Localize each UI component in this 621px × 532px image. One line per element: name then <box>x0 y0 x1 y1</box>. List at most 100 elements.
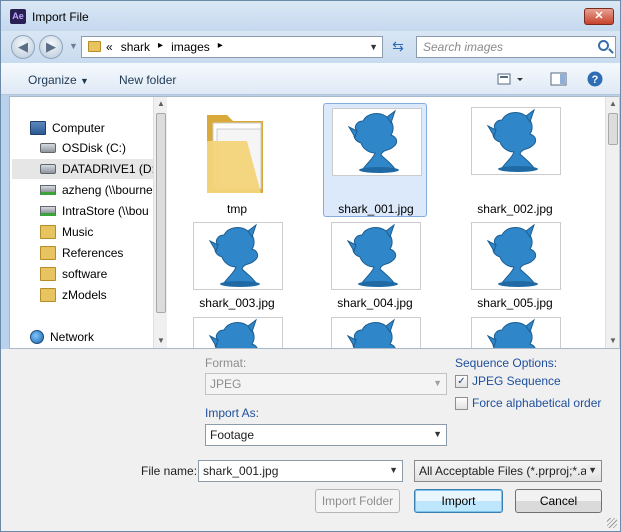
file-item-shark-008[interactable] <box>463 313 567 348</box>
search-icon[interactable] <box>598 40 609 51</box>
breadcrumb-shark[interactable]: shark <box>121 40 150 54</box>
file-item-shark-006[interactable] <box>185 313 289 348</box>
sidebar-item-references[interactable]: References <box>40 243 123 263</box>
scroll-up-icon[interactable]: ▲ <box>609 99 617 108</box>
sidebar-item-azheng[interactable]: azheng (\\bourne <box>40 180 153 200</box>
breadcrumb-overflow[interactable]: « <box>106 40 113 54</box>
cancel-button[interactable]: Cancel <box>515 489 602 513</box>
preview-pane-button[interactable] <box>550 72 568 89</box>
file-item-shark-001[interactable]: shark_001.jpg <box>323 103 427 217</box>
navigation-scrollbar[interactable]: ▲ ▼ <box>153 97 167 348</box>
file-item-label: shark_005.jpg <box>477 296 553 310</box>
navigation-pane: Computer OSDisk (C:) DATADRIVE1 (D:) azh… <box>10 97 153 348</box>
refresh-icon[interactable]: ⇆ <box>387 36 409 58</box>
library-icon <box>40 288 56 302</box>
sequence-options-label: Sequence Options: <box>455 356 558 370</box>
import-as-select[interactable]: Footage ▼ <box>205 424 447 446</box>
sidebar-item-intrastore[interactable]: IntraStore (\\bou <box>40 201 153 221</box>
library-icon <box>40 267 56 281</box>
computer-icon <box>30 121 46 135</box>
sidebar-item-osdisk[interactable]: OSDisk (C:) <box>40 138 126 158</box>
organize-button[interactable]: Organize ▼ <box>28 73 89 87</box>
chevron-right-icon[interactable]: ▸ <box>158 40 163 54</box>
scroll-down-icon[interactable]: ▼ <box>609 336 617 345</box>
file-item-label: shark_003.jpg <box>199 296 275 310</box>
svg-text:?: ? <box>592 74 599 86</box>
network-icon <box>30 330 44 344</box>
file-name-input[interactable]: shark_001.jpg <box>203 464 278 478</box>
scroll-thumb[interactable] <box>156 113 166 313</box>
options-panel: Format: JPEG ▼ Import As: Footage ▼ Sequen… <box>1 349 620 531</box>
address-bar[interactable]: « shark ▸ images ▸ ▼ <box>81 36 383 58</box>
library-icon <box>40 246 56 260</box>
sidebar-item-music[interactable]: Music <box>40 222 93 242</box>
address-row: ◀ ▶ ▼ « shark ▸ images ▸ ▼ ⇆ <box>1 31 620 63</box>
search-input[interactable] <box>423 40 593 54</box>
change-view-button[interactable] <box>497 72 525 89</box>
network-drive-icon <box>40 206 56 216</box>
chevron-down-icon: ▼ <box>433 378 442 388</box>
resize-grip[interactable] <box>607 518 617 528</box>
help-button[interactable]: ? <box>587 71 603 90</box>
file-item-label: tmp <box>226 202 247 216</box>
image-thumbnail <box>332 108 422 176</box>
file-name-label: File name: <box>141 464 198 478</box>
new-folder-button[interactable]: New folder <box>119 73 176 87</box>
force-alphabetical-checkbox[interactable]: Force alphabetical order <box>455 396 601 410</box>
forward-arrow-icon: ▶ <box>46 39 56 54</box>
scroll-up-icon[interactable]: ▲ <box>157 99 165 108</box>
file-item-shark-007[interactable] <box>323 313 427 348</box>
window-title: Import File <box>32 10 89 24</box>
checkmark-icon[interactable]: ✓ <box>455 374 468 388</box>
chevron-right-icon[interactable]: ▸ <box>218 40 223 54</box>
folder-icon <box>207 115 263 193</box>
sidebar-item-datadrive1[interactable]: DATADRIVE1 (D:) <box>12 159 153 179</box>
scroll-thumb[interactable] <box>608 113 618 145</box>
scroll-down-icon[interactable]: ▼ <box>157 336 165 345</box>
breadcrumb: « shark ▸ images ▸ <box>106 40 223 54</box>
back-arrow-icon: ◀ <box>18 39 28 54</box>
chevron-down-icon[interactable]: ▼ <box>369 42 378 52</box>
jpeg-sequence-checkbox[interactable]: ✓ JPEG Sequence <box>455 374 561 388</box>
import-file-dialog: Ae Import File ✕ ◀ ▶ ▼ « shark ▸ images … <box>0 0 621 532</box>
after-effects-icon: Ae <box>10 9 26 24</box>
file-item-label: shark_004.jpg <box>337 296 413 310</box>
title-bar: Ae Import File ✕ <box>1 1 620 31</box>
file-item-shark-002[interactable]: shark_002.jpg <box>463 103 567 217</box>
file-list: tmp shark_001.jpg shark_002.jpg shark_00… <box>167 97 605 348</box>
import-folder-button[interactable]: Import Folder <box>315 489 400 513</box>
folder-icon <box>88 41 101 52</box>
file-item-tmp[interactable]: tmp <box>185 103 289 217</box>
chevron-down-icon: ▼ <box>586 465 597 475</box>
shark-image <box>208 318 258 348</box>
breadcrumb-images[interactable]: images <box>171 40 210 54</box>
file-list-scrollbar[interactable]: ▲ ▼ <box>605 97 619 348</box>
chevron-down-icon[interactable]: ▼ <box>389 465 398 475</box>
import-button[interactable]: Import <box>414 489 503 513</box>
file-name-combo[interactable]: shark_001.jpg ▼ <box>198 460 403 482</box>
library-icon <box>40 225 56 239</box>
checkbox-box[interactable] <box>455 396 468 410</box>
shark-image <box>486 108 538 172</box>
file-type-select[interactable]: All Acceptable Files (*.prproj;*.a ▼ <box>414 460 602 482</box>
image-thumbnail <box>193 222 283 290</box>
forward-button[interactable]: ▶ <box>39 35 63 59</box>
view-icon <box>497 73 523 85</box>
sidebar-item-computer[interactable]: Computer <box>30 118 105 138</box>
command-bar: Organize ▼ New folder ? <box>1 63 620 95</box>
search-box[interactable] <box>416 36 616 58</box>
back-button[interactable]: ◀ <box>11 35 35 59</box>
shark-image <box>208 223 260 287</box>
network-drive-icon <box>40 185 56 195</box>
import-as-label: Import As: <box>205 406 260 420</box>
sidebar-item-network[interactable]: Network <box>30 327 94 347</box>
help-icon: ? <box>587 71 603 87</box>
image-thumbnail <box>331 317 421 348</box>
recent-locations-icon[interactable]: ▼ <box>69 41 78 51</box>
image-thumbnail <box>471 317 561 348</box>
image-thumbnail <box>471 107 561 175</box>
close-button[interactable]: ✕ <box>584 8 614 25</box>
sidebar-item-zmodels[interactable]: zModels <box>40 285 107 305</box>
sidebar-item-software[interactable]: software <box>40 264 107 284</box>
preview-pane-icon <box>550 72 567 86</box>
